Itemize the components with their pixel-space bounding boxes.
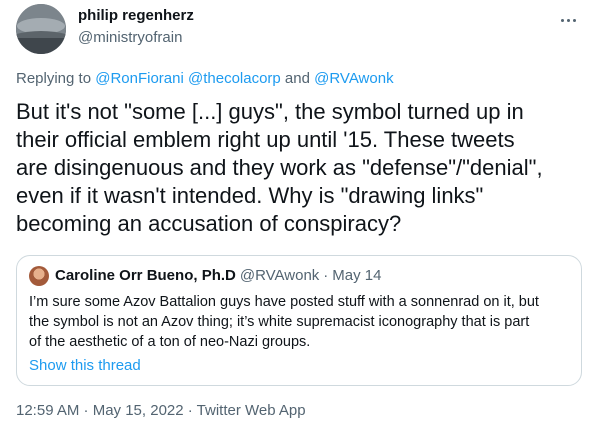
more-icon bbox=[560, 18, 564, 22]
author-info: philip regenherz @ministryofrain bbox=[78, 6, 194, 48]
quoted-date: May 14 bbox=[332, 267, 382, 284]
replying-to: Replying to @RonFiorani @thecolacorp and… bbox=[16, 70, 394, 87]
quoted-tweet[interactable]: Caroline Orr Bueno, Ph.D @RVAwonk · May … bbox=[16, 255, 582, 386]
quoted-author-handle: @RVAwonk bbox=[239, 267, 320, 284]
quoted-separator: · bbox=[323, 267, 329, 284]
author-avatar[interactable] bbox=[16, 4, 66, 54]
mention-rvawonk[interactable]: @RVAwonk bbox=[314, 70, 393, 87]
quoted-tweet-text: I’m sure some Azov Battalion guys have p… bbox=[29, 294, 539, 350]
replying-to-prefix: Replying to bbox=[16, 70, 96, 87]
author-display-name[interactable]: philip regenherz bbox=[78, 6, 194, 26]
replying-to-and: and bbox=[280, 70, 315, 87]
tweet-text: But it's not "some [...] guys", the symb… bbox=[16, 99, 543, 236]
more-options-button[interactable] bbox=[556, 8, 580, 32]
quoted-tweet-header: Caroline Orr Bueno, Ph.D @RVAwonk · May … bbox=[29, 266, 569, 286]
mention-thecolacorp[interactable]: @thecolacorp bbox=[188, 70, 281, 87]
quoted-author-name: Caroline Orr Bueno, Ph.D bbox=[55, 267, 236, 284]
show-thread-link[interactable]: Show this thread bbox=[29, 356, 569, 376]
mention-ronfiorani[interactable]: @RonFiorani bbox=[95, 70, 184, 87]
author-handle[interactable]: @ministryofrain bbox=[78, 28, 194, 48]
tweet-timestamp[interactable]: 12:59 AM · May 15, 2022 · Twitter Web Ap… bbox=[16, 402, 306, 419]
quoted-author-avatar bbox=[29, 266, 49, 286]
avatar-icon bbox=[16, 4, 66, 54]
